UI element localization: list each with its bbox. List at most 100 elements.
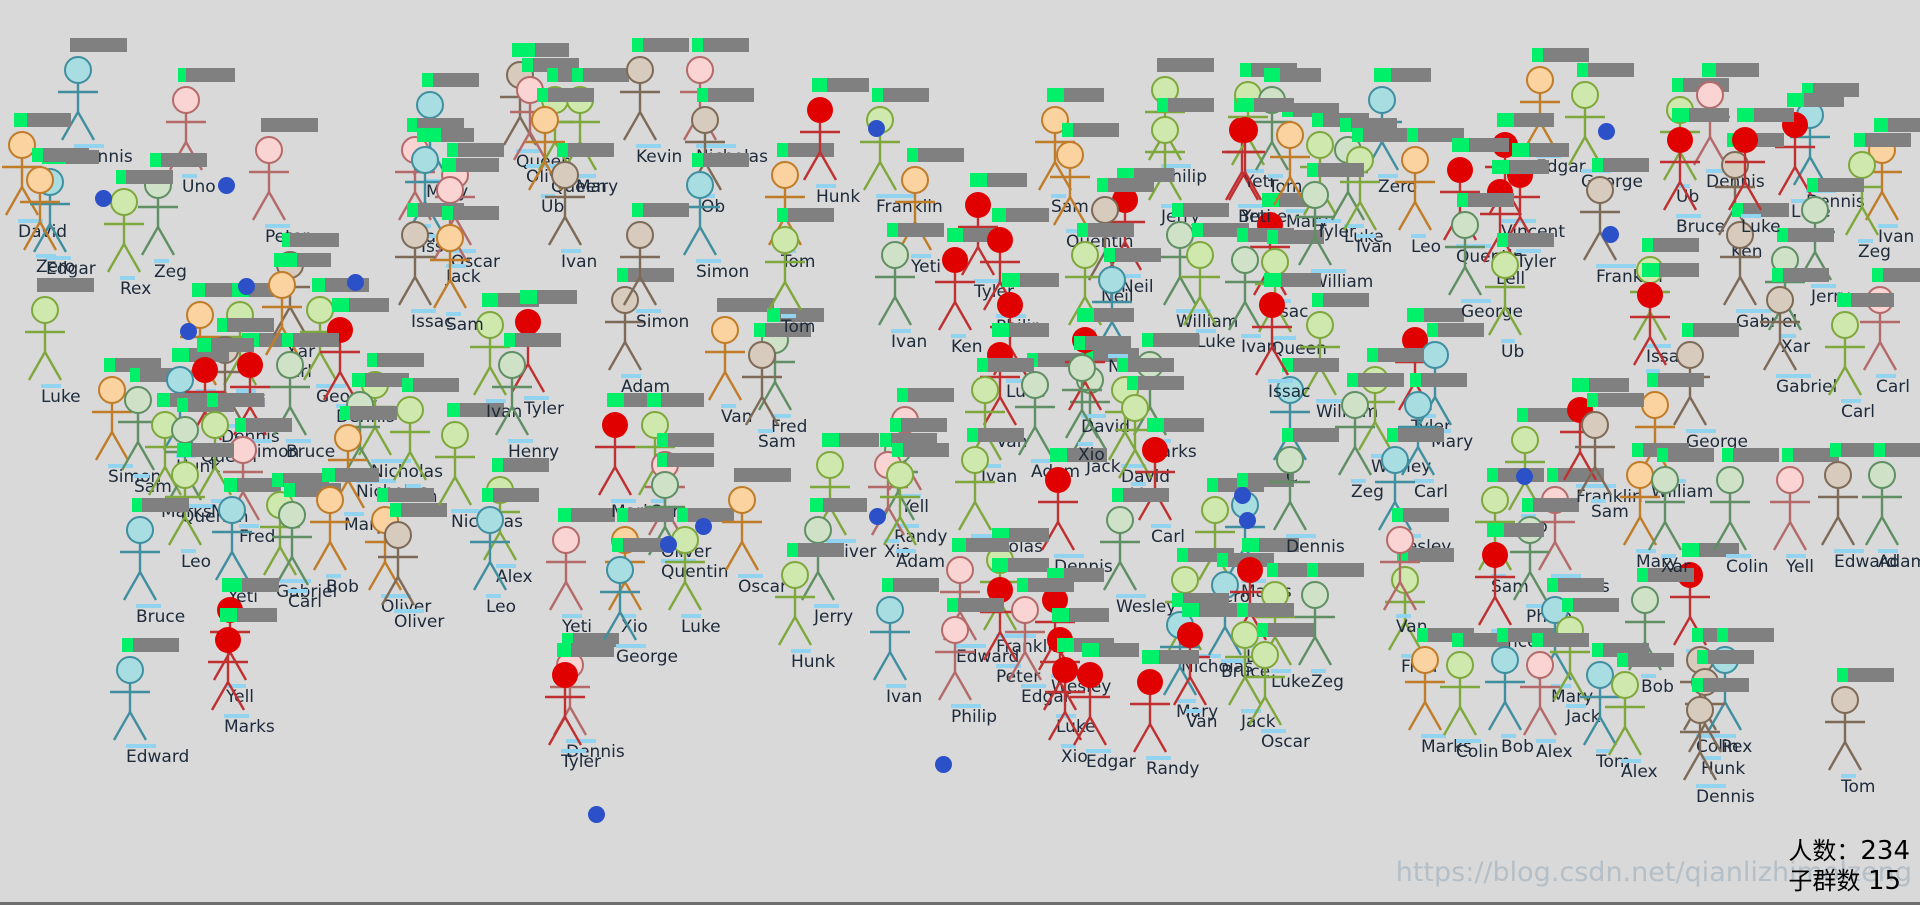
population-value: 234 [1860, 836, 1910, 866]
stick-figure-icon [470, 506, 510, 591]
stick-figure-icon [1680, 696, 1720, 781]
stick-figure-icon [775, 561, 815, 646]
agent-name-label: Luke [681, 614, 721, 636]
agent-name-label: Zeg [1311, 669, 1344, 691]
agent-name-text: Alex [1536, 742, 1573, 762]
blue-marker-dot[interactable] [660, 536, 677, 553]
agent-name-label: George [616, 644, 678, 666]
stick-figure-icon [1245, 641, 1285, 726]
agent-name-text: Zeg [1858, 242, 1891, 262]
agent-name-text: Carl [288, 592, 322, 612]
agent-name-label: Rex [120, 276, 151, 298]
subgroup-row: 子群数 15 [1788, 866, 1910, 896]
agent-name-text: Simon [696, 262, 750, 282]
stick-figure-icon [1295, 581, 1335, 666]
stick-figure-icon [492, 351, 532, 436]
agent-name-label: Luke [1196, 329, 1236, 351]
agent-name-label: Ivan [561, 249, 597, 271]
agent-name-text: Philip [951, 707, 997, 727]
population-label: 人数： [1788, 837, 1861, 865]
stick-figure-icon [1605, 671, 1645, 756]
agent-name-label: Sam [446, 312, 484, 334]
stick-figure-icon [20, 166, 60, 251]
stick-figure-icon [25, 296, 65, 381]
blue-marker-dot[interactable] [218, 177, 235, 194]
simulation-canvas[interactable]: DennisUnoPeterDavidEdgarZeroZegRexLukeYe… [0, 0, 1920, 905]
blue-marker-dot[interactable] [935, 756, 952, 773]
stick-figure-icon [378, 521, 418, 606]
agent-name-text: Sam [758, 432, 796, 452]
stick-figure-icon [58, 56, 98, 141]
stick-figure-icon [1130, 669, 1170, 753]
agent-name-text: Zeg [154, 262, 187, 282]
blue-marker-dot[interactable] [588, 806, 605, 823]
agent-name-label: Luke [1741, 214, 1781, 236]
blue-marker-dot[interactable] [1598, 123, 1615, 140]
agent-name-text: Carl [1151, 527, 1185, 547]
stick-figure-icon [880, 461, 920, 546]
blue-marker-dot[interactable] [695, 518, 712, 535]
blue-marker-dot[interactable] [1516, 468, 1533, 485]
agent-name-text: Kevin [636, 147, 683, 167]
agent-name-label: Zeg [154, 259, 187, 281]
blue-marker-dot[interactable] [347, 274, 364, 291]
agent-name-text: Marks [224, 717, 275, 737]
stick-figure-icon [1760, 286, 1800, 371]
agent-name-label: Hunk [791, 649, 835, 671]
agent-name-text: Adam [621, 377, 671, 397]
stick-figure-icon [310, 486, 350, 571]
stick-figure-icon [249, 136, 289, 221]
agent-name-text: George [616, 647, 678, 667]
blue-marker-dot[interactable] [1602, 226, 1619, 243]
agent-name-text: Oscar [1261, 732, 1310, 752]
stick-figure-icon [1100, 506, 1140, 591]
stick-figure-icon [208, 627, 248, 711]
blue-marker-dot[interactable] [869, 508, 886, 525]
stick-figure-icon [1580, 176, 1620, 261]
stick-figure-icon [1825, 311, 1865, 396]
agent-name-text: Ivan [891, 332, 928, 352]
agent-name-text: Sam [446, 315, 484, 335]
stick-figure-icon [800, 97, 840, 181]
stick-figure-icon [722, 486, 762, 571]
agent-name-label: Yell [1786, 554, 1814, 576]
agent-name-text: Ivan [886, 687, 923, 707]
agent-name-label: Randy [1146, 756, 1199, 778]
agent-name-label: Simon [636, 309, 689, 331]
agent-name-label: Kevin [636, 144, 682, 166]
agent-name-label: Zeg [1858, 239, 1891, 261]
agent-name-label: Tyler [561, 749, 601, 771]
stick-figure-icon [1485, 251, 1525, 336]
blue-marker-dot[interactable] [238, 278, 255, 295]
agent-name-label: Issac [1268, 379, 1311, 401]
agent-name-text: Alex [1621, 762, 1658, 782]
agent-name-label: Tom [781, 314, 815, 336]
agent-name-label: Edward [126, 744, 189, 766]
agent-name-label: Carl [1151, 524, 1185, 546]
agent-name-label: Van [1186, 709, 1218, 731]
stick-figure-icon [1295, 181, 1335, 266]
agent-name-label: Colin [1726, 554, 1769, 576]
agent-name-text: Ivan [561, 252, 598, 272]
agent-name-label: Oscar [1261, 729, 1310, 751]
blue-marker-dot[interactable] [180, 323, 197, 340]
stick-figure-icon [1070, 662, 1110, 746]
blue-marker-dot[interactable] [1234, 487, 1251, 504]
stick-figure-icon [1225, 117, 1265, 201]
blue-marker-dot[interactable] [95, 190, 112, 207]
stick-figure-icon [1660, 127, 1700, 211]
agent-name-text: Yell [1786, 557, 1815, 577]
agent-name-text: Hunk [791, 652, 836, 672]
stick-figure-icon [1270, 446, 1310, 531]
blue-marker-dot[interactable] [868, 120, 885, 137]
agent-name-label: Alex [1621, 759, 1658, 781]
agent-name-label: Ub [1501, 339, 1524, 361]
agent-name-text: Bob [326, 577, 359, 597]
population-row: 人数：234 [1788, 836, 1910, 866]
blue-marker-dot[interactable] [1239, 512, 1256, 529]
agent-name-label: Yeti [1241, 204, 1271, 226]
stick-figure-icon [620, 56, 660, 141]
stick-figure-icon [430, 224, 470, 309]
agent-name-text: Carl [1841, 402, 1875, 422]
stick-figure-icon [110, 656, 150, 741]
